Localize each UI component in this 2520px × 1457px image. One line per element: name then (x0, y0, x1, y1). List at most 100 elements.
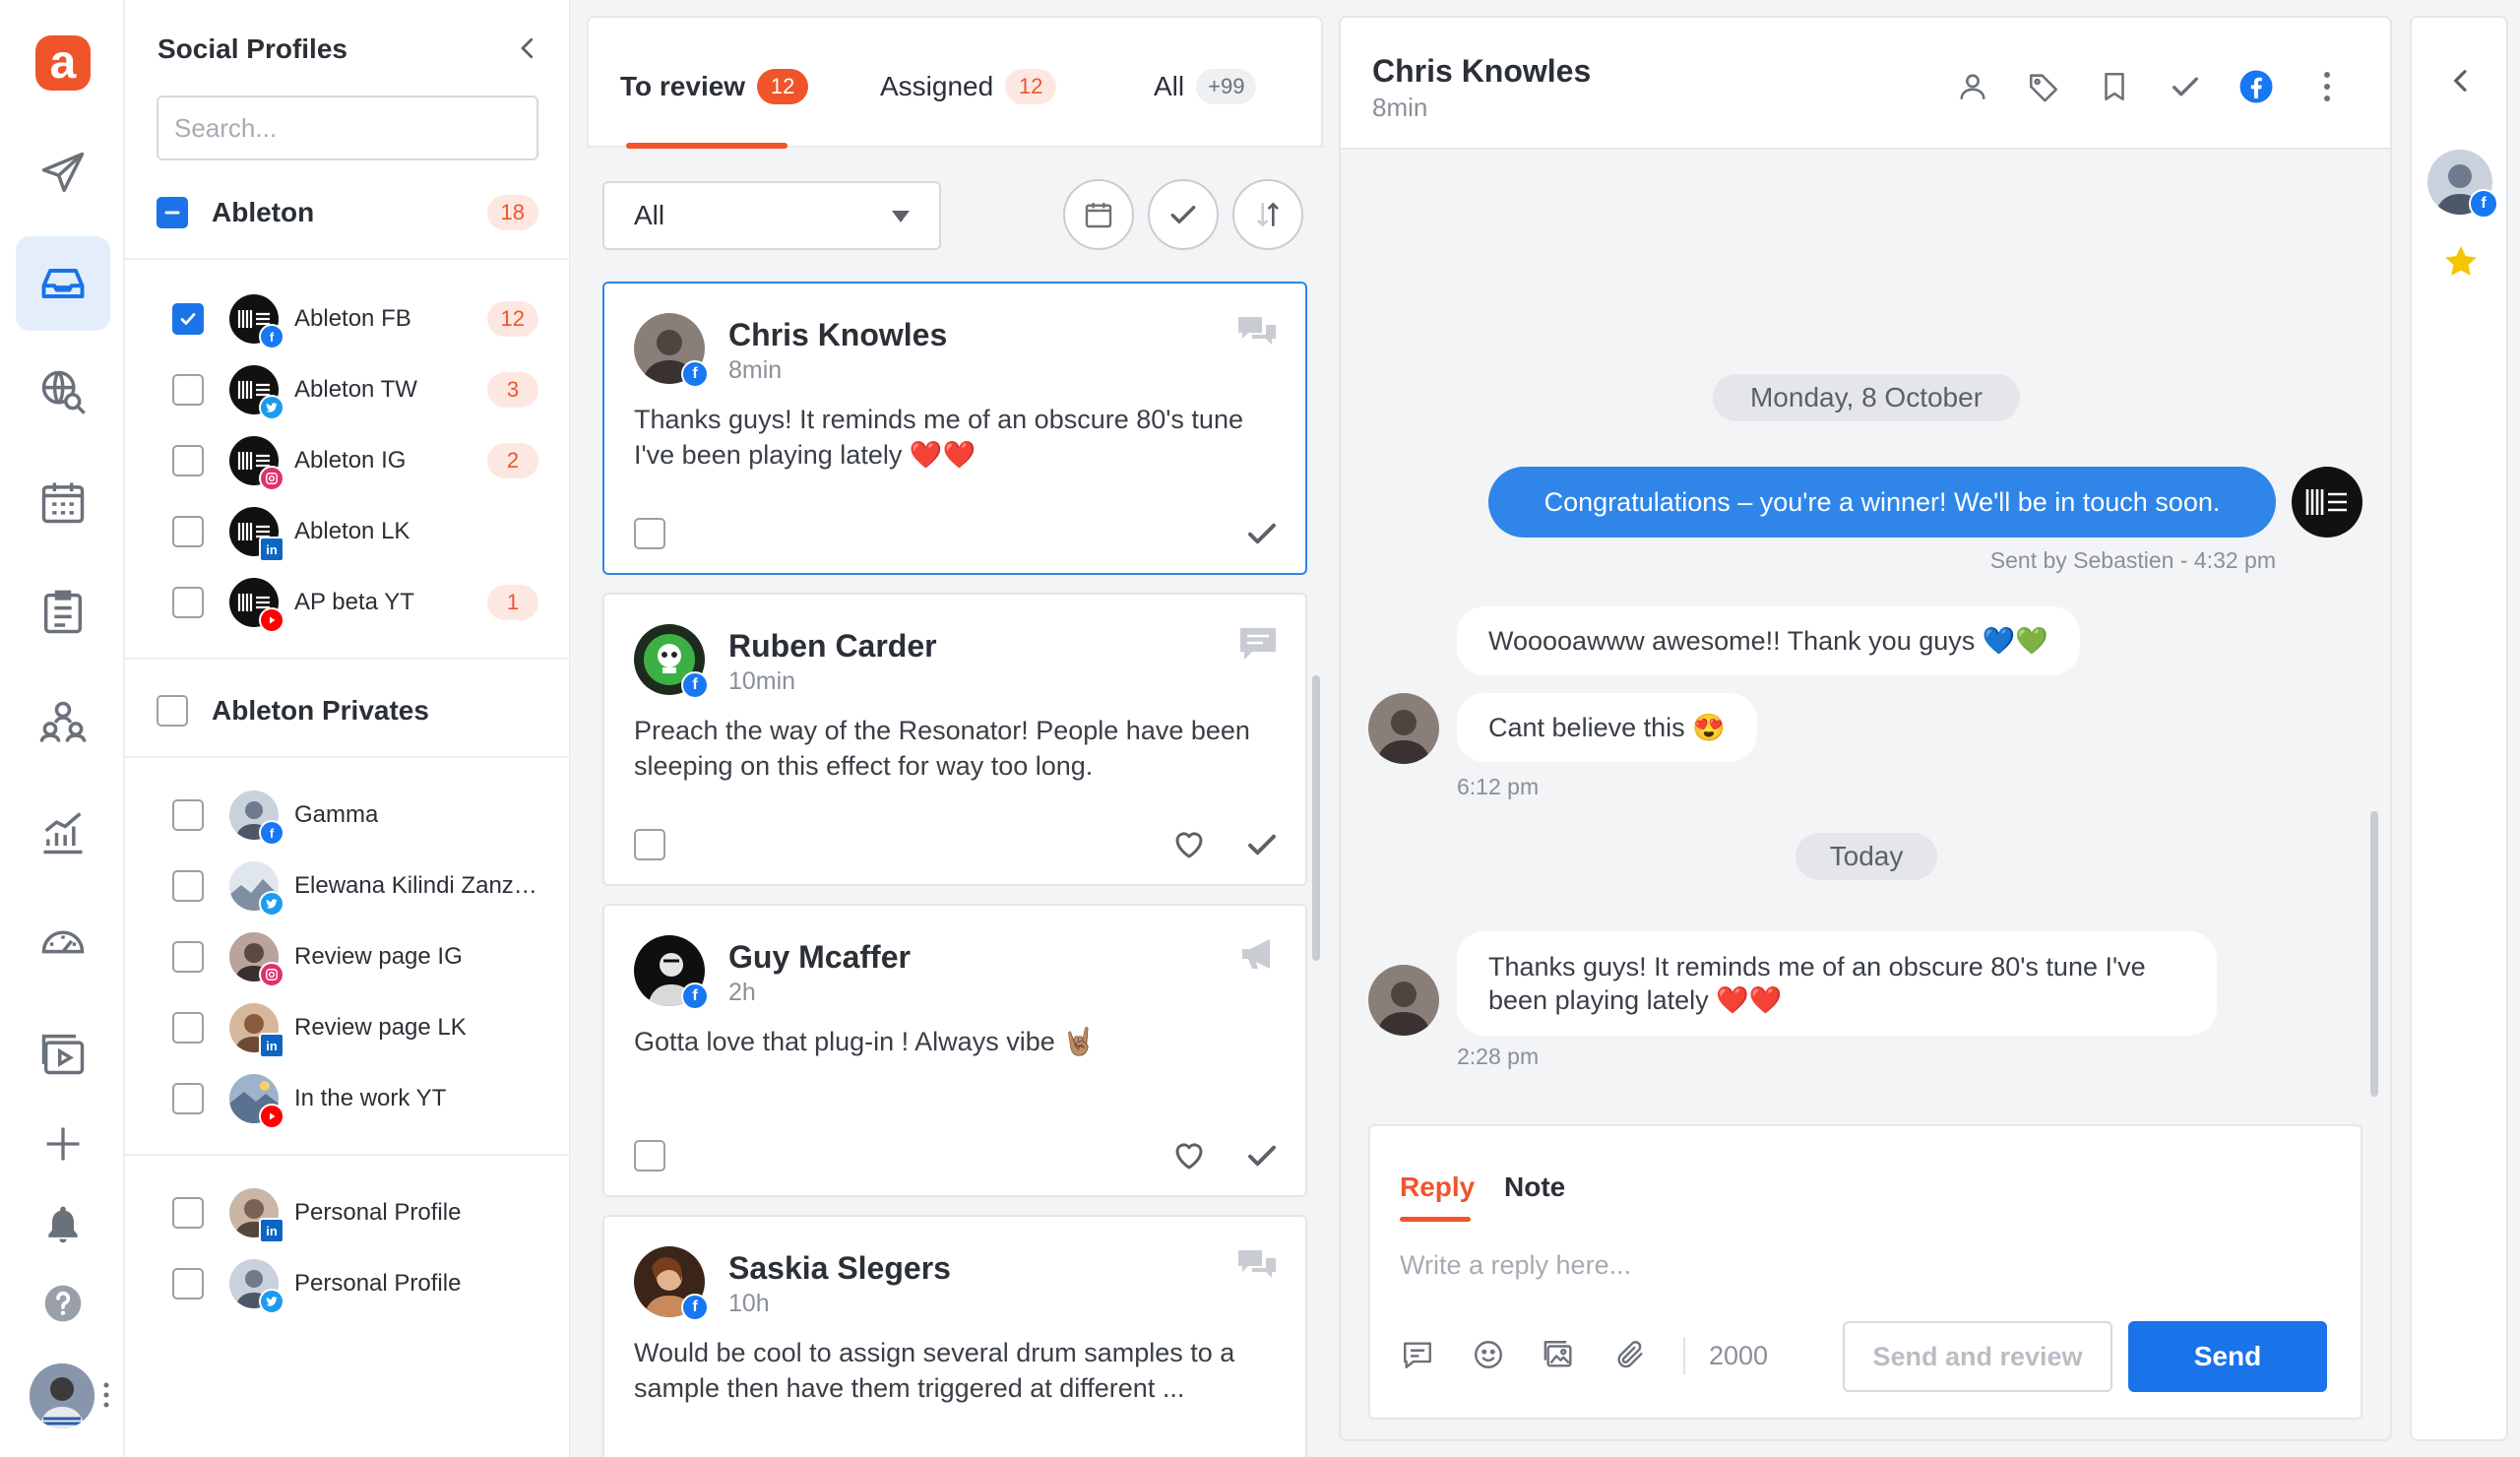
tab-all[interactable]: All +99 (1154, 67, 1257, 106)
contact-avatar[interactable]: f (2427, 150, 2498, 219)
collapse-panel-icon[interactable] (513, 33, 542, 63)
tag-icon[interactable] (2024, 67, 2063, 106)
message-time: 10min (728, 667, 796, 695)
sent-by-label: Sent by Sebastien - 4:32 pm (1989, 547, 2276, 573)
tab-reply[interactable]: Reply (1400, 1172, 1475, 1203)
profile-item[interactable]: AP beta YT 1 (172, 575, 538, 633)
message-text: Preach the way of the Resonator! People … (634, 716, 1250, 781)
profile-checkbox[interactable] (172, 587, 204, 618)
profile-item[interactable]: Elewana Kilindi Zanzi... (172, 858, 538, 917)
reply-input[interactable] (1400, 1250, 2325, 1309)
profile-item[interactable]: Personal Profile (172, 1256, 538, 1314)
incoming-message: Wooooawww awesome!! Thank you guys 💙💚 (1457, 606, 2080, 675)
send-button[interactable]: Send (2128, 1321, 2327, 1392)
app-logo[interactable]: a (35, 35, 91, 91)
divider (125, 756, 570, 758)
image-icon[interactable] (1538, 1333, 1581, 1376)
profile-item[interactable]: In the work YT (172, 1071, 538, 1129)
saved-replies-icon[interactable] (1396, 1333, 1439, 1376)
card-checkbox[interactable] (634, 829, 665, 860)
profile-checkbox[interactable] (172, 445, 204, 476)
tab-to-review[interactable]: To review 12 (620, 67, 809, 106)
profile-checkbox[interactable] (172, 374, 204, 406)
profile-checkbox[interactable] (172, 1083, 204, 1114)
message-card[interactable]: f Ruben Carder 10min Preach the way of t… (602, 593, 1307, 886)
group-checkbox[interactable] (157, 197, 188, 228)
assign-user-icon[interactable] (1953, 67, 1992, 106)
profile-avatar (229, 932, 284, 987)
attachment-icon[interactable] (1608, 1333, 1652, 1376)
message-text: Gotta love that plug-in ! Always vibe 🤘🏽 (634, 1027, 1096, 1056)
help-icon[interactable] (16, 1256, 110, 1351)
profile-checkbox[interactable] (172, 1268, 204, 1299)
profiles-search-input[interactable] (157, 95, 538, 160)
profile-item[interactable]: Review page IG (172, 929, 538, 987)
card-checkbox[interactable] (634, 1140, 665, 1172)
emoji-icon[interactable] (1467, 1333, 1510, 1376)
date-filter-button[interactable] (1063, 179, 1134, 250)
profile-item[interactable]: f Ableton FB 12 (172, 291, 538, 349)
send-and-review-button[interactable]: Send and review (1843, 1321, 2112, 1392)
twitter-icon (259, 395, 284, 420)
profile-checkbox[interactable] (172, 870, 204, 902)
message-card[interactable]: f Guy Mcaffer 2h Gotta love that plug-in… (602, 904, 1307, 1197)
media-nav-icon[interactable] (16, 1006, 110, 1101)
mark-reviewed-button[interactable] (1244, 827, 1280, 862)
profile-group-ableton-privates[interactable]: Ableton Privates (157, 691, 538, 730)
profile-checkbox[interactable] (172, 303, 204, 335)
facebook-icon: f (681, 671, 709, 699)
profile-item[interactable]: in Review page LK (172, 1000, 538, 1058)
star-icon[interactable] (2441, 242, 2481, 282)
publish-nav-icon[interactable] (16, 126, 110, 221)
profile-item[interactable]: Ableton IG 2 (172, 433, 538, 491)
message-card[interactable]: f Saskia Slegers 10h Would be cool to as… (602, 1215, 1307, 1457)
contact-name: Chris Knowles (1372, 53, 1592, 89)
mark-reviewed-icon[interactable] (2166, 67, 2205, 106)
profile-group-ableton[interactable]: Ableton 18 (157, 193, 538, 232)
analytics-nav-icon[interactable] (16, 786, 110, 880)
sort-button[interactable] (1232, 179, 1303, 250)
facebook-network-icon[interactable] (2236, 67, 2276, 106)
like-button[interactable] (1171, 827, 1207, 862)
feed-scrollbar[interactable] (1312, 675, 1320, 961)
profile-checkbox[interactable] (172, 799, 204, 831)
profile-item[interactable]: Ableton TW 3 (172, 362, 538, 420)
dashboard-nav-icon[interactable] (16, 896, 110, 990)
profile-avatar: f (229, 294, 284, 349)
calendar-nav-icon[interactable] (16, 455, 110, 549)
conversation-scrollbar[interactable] (2370, 811, 2378, 1097)
profile-checkbox[interactable] (172, 1012, 204, 1044)
facebook-icon: f (2469, 189, 2498, 219)
mark-all-reviewed-button[interactable] (1148, 179, 1219, 250)
message-card[interactable]: f Chris Knowles 8min Thanks guys! It rem… (602, 282, 1307, 575)
more-options-icon[interactable] (2307, 67, 2347, 106)
card-checkbox[interactable] (634, 518, 665, 549)
tab-note[interactable]: Note (1504, 1172, 1565, 1203)
profile-item[interactable]: in Personal Profile (172, 1185, 538, 1243)
profile-item[interactable]: f Gamma (172, 788, 538, 846)
profile-checkbox[interactable] (172, 516, 204, 547)
expand-panel-icon[interactable] (2445, 65, 2477, 96)
tasks-nav-icon[interactable] (16, 565, 110, 660)
like-button[interactable] (1171, 1138, 1207, 1173)
team-nav-icon[interactable] (16, 675, 110, 770)
heart-icon (1175, 1143, 1203, 1170)
mark-reviewed-button[interactable] (1244, 1138, 1280, 1173)
group-checkbox[interactable] (157, 695, 188, 727)
tab-assigned[interactable]: Assigned 12 (880, 67, 1057, 106)
profile-label: Personal Profile (294, 1270, 462, 1297)
message-feed: To review 12 Assigned 12 All +99 All f C… (587, 16, 1323, 1457)
listening-nav-icon[interactable] (16, 345, 110, 439)
profile-count-badge: 12 (486, 301, 538, 337)
bookmark-icon[interactable] (2095, 67, 2134, 106)
inbox-nav-icon[interactable] (16, 236, 110, 331)
profile-item[interactable]: in Ableton LK (172, 504, 538, 562)
user-avatar[interactable] (30, 1363, 94, 1428)
mark-reviewed-button[interactable] (1244, 516, 1280, 551)
profile-checkbox[interactable] (172, 1197, 204, 1229)
group-count-badge: 18 (486, 195, 538, 230)
profile-checkbox[interactable] (172, 941, 204, 973)
author-name: Ruben Carder (728, 628, 937, 664)
user-menu-icon[interactable] (102, 1380, 110, 1410)
feed-filter-select[interactable]: All (602, 181, 941, 250)
